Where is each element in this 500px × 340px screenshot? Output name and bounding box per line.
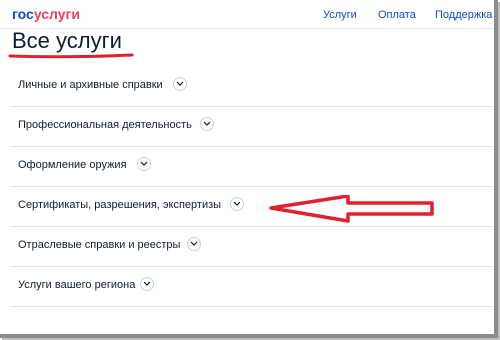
top-header: госуслуги Услуги Оплата Поддержка — [0, 0, 494, 29]
chevron-down-icon[interactable] — [187, 237, 201, 251]
category-row-region[interactable]: Услуги вашего региона — [10, 266, 494, 307]
red-underline-annotation — [8, 53, 134, 59]
nav-link-payment[interactable]: Оплата — [378, 9, 416, 21]
chevron-down-icon[interactable] — [137, 157, 151, 171]
nav-link-support[interactable]: Поддержка — [435, 9, 492, 21]
category-label: Услуги вашего региона — [18, 279, 136, 291]
chevron-down-icon[interactable] — [200, 117, 214, 131]
logo-text-uslugi: услуги — [33, 6, 80, 22]
logo-text-gos: гос — [12, 6, 34, 22]
gosuslugi-logo[interactable]: госуслуги — [12, 6, 80, 22]
category-row-professional[interactable]: Профессиональная деятельность — [10, 106, 494, 147]
chevron-down-icon[interactable] — [230, 197, 244, 211]
category-label: Отраслевые справки и реестры — [18, 239, 181, 251]
category-label: Личные и архивные справки — [18, 79, 163, 91]
category-row-industry[interactable]: Отраслевые справки и реестры — [10, 226, 494, 267]
category-label: Сертификаты, разрешения, экспертизы — [18, 199, 222, 211]
category-label: Оформление оружия — [18, 159, 127, 171]
chevron-down-icon[interactable] — [173, 77, 187, 91]
category-label: Профессиональная деятельность — [18, 119, 192, 131]
category-row-weapons[interactable]: Оформление оружия — [10, 146, 494, 187]
page-title: Все услуги — [12, 28, 122, 53]
chevron-down-icon[interactable] — [140, 277, 154, 291]
nav-link-services[interactable]: Услуги — [323, 9, 357, 21]
red-arrow-annotation — [269, 195, 434, 223]
category-row-personal-archive[interactable]: Личные и архивные справки — [10, 66, 494, 107]
screenshot-frame: госуслуги Услуги Оплата Поддержка Все ус… — [0, 0, 498, 338]
